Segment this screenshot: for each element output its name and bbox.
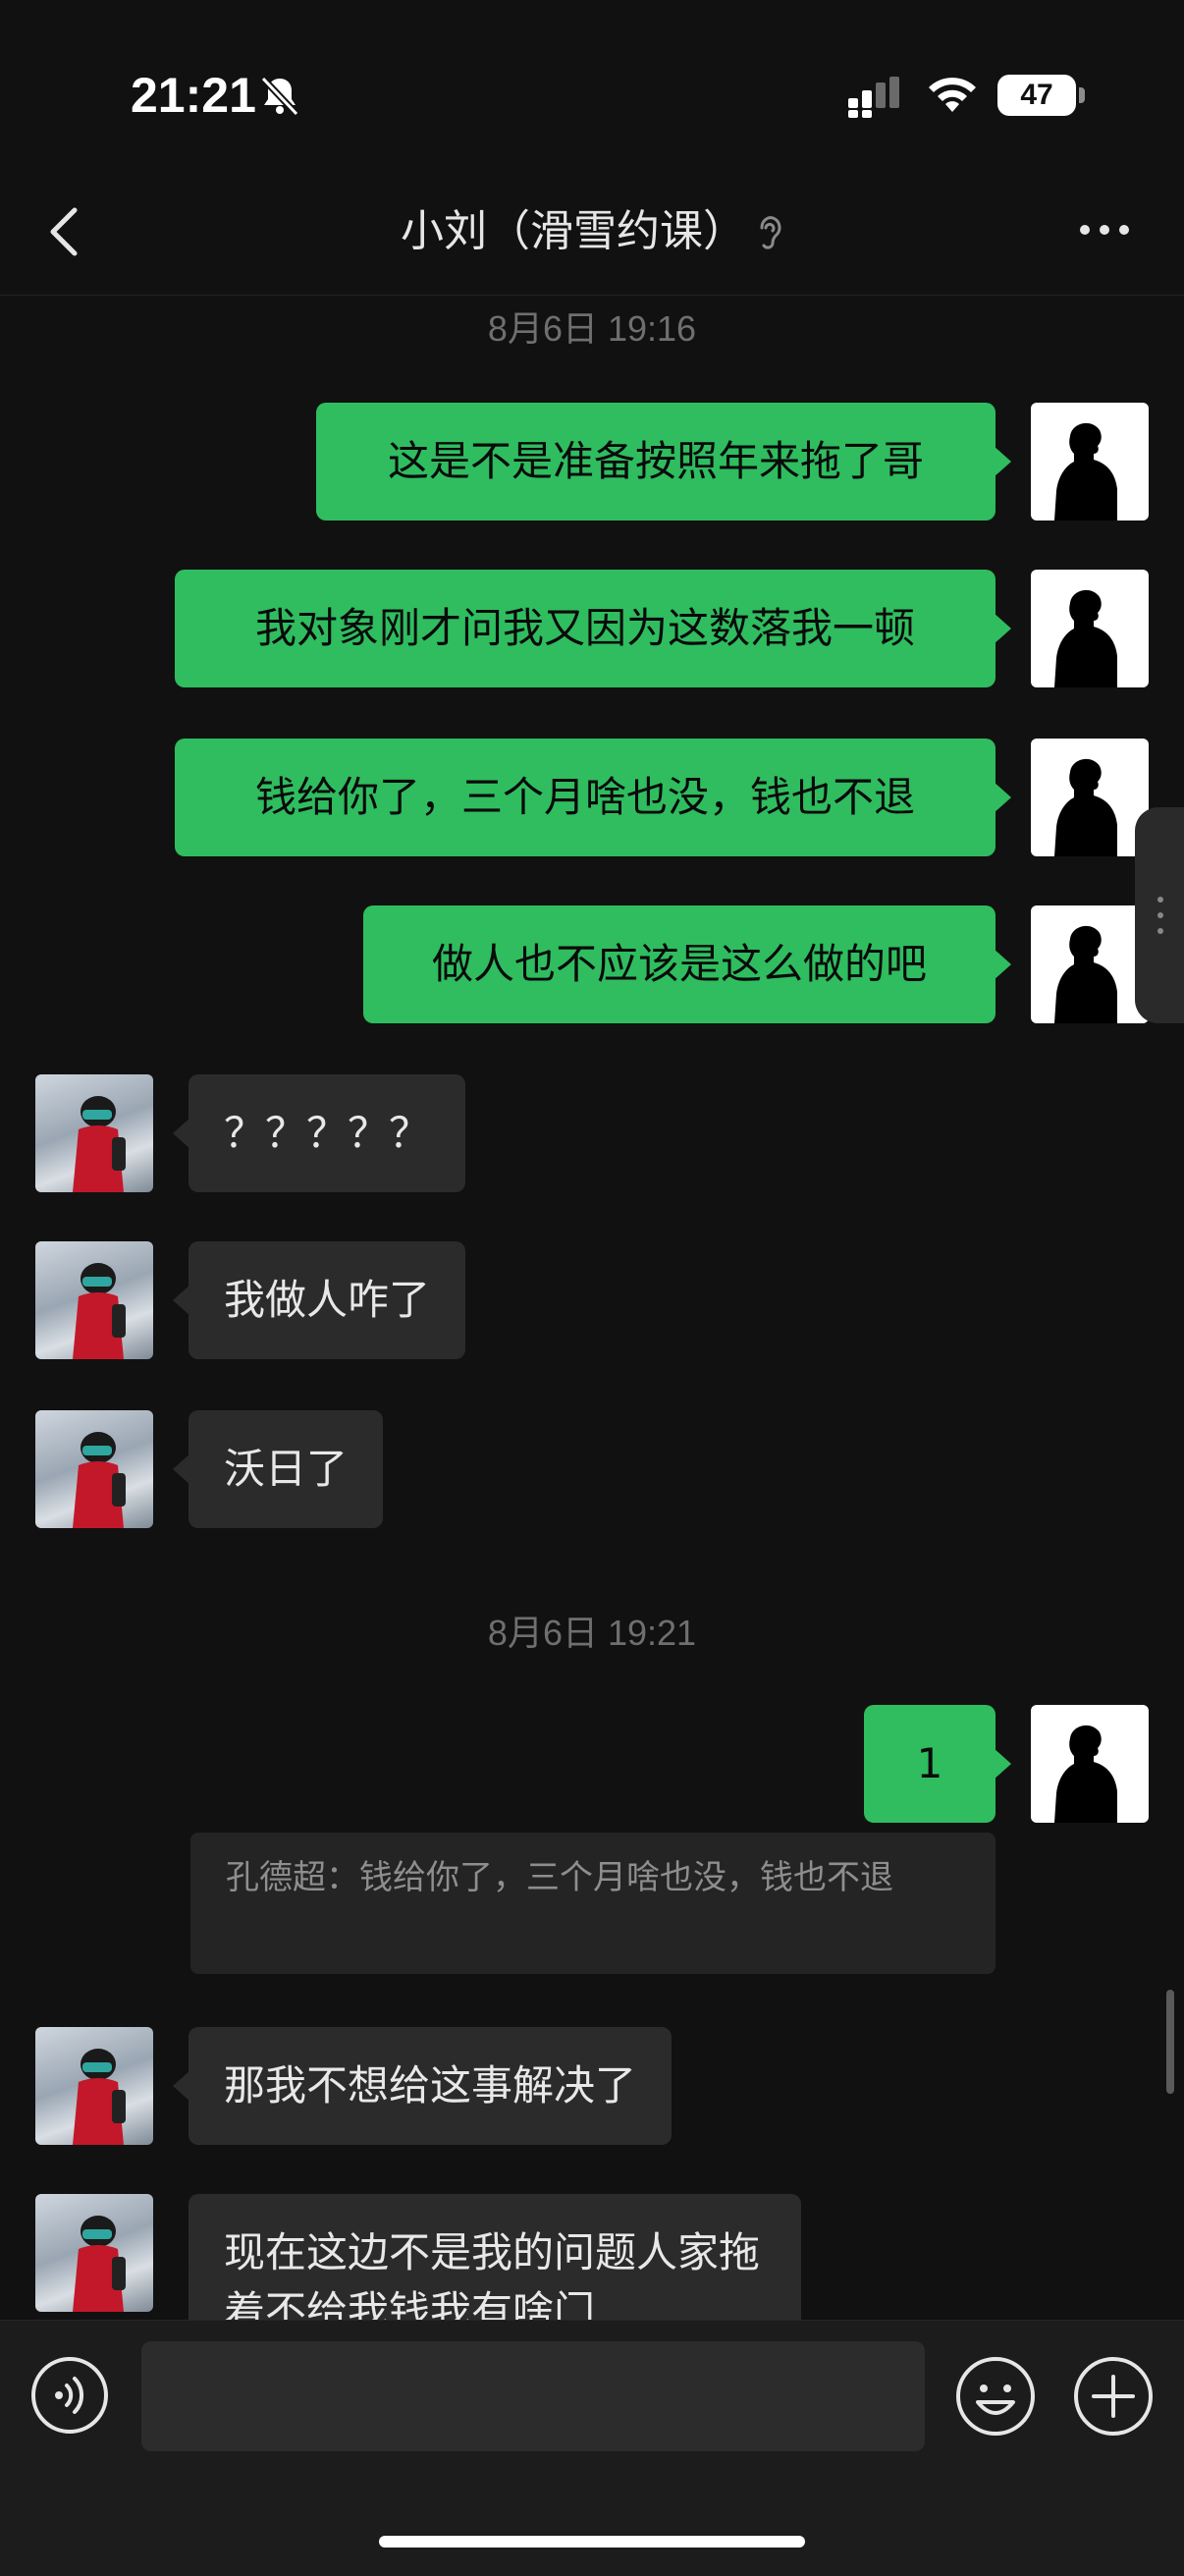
avatar[interactable] bbox=[35, 1410, 153, 1528]
timestamp: 8月6日 19:16 bbox=[487, 308, 697, 349]
ear-icon bbox=[760, 216, 781, 249]
message-bubble-outgoing[interactable]: 钱给你了，三个月啥也没，钱也不退 bbox=[175, 739, 1011, 856]
battery-tip bbox=[1079, 87, 1085, 103]
avatar[interactable] bbox=[35, 2194, 153, 2312]
ellipsis-icon[interactable] bbox=[1078, 222, 1131, 238]
skier-photo-avatar bbox=[73, 2216, 126, 2312]
message-bubble-outgoing[interactable]: 做人也不应该是这么做的吧 bbox=[363, 905, 1011, 1023]
battery-level: 47 bbox=[1020, 79, 1053, 111]
message-bubble-incoming[interactable]: 那我不想给这事解决了 bbox=[172, 2027, 673, 2145]
skier-photo-avatar bbox=[73, 1096, 126, 1192]
quoted-message[interactable]: 孔德超：钱给你了，三个月啥也没，钱也不退 bbox=[190, 1833, 996, 1974]
emoji-icon[interactable] bbox=[954, 2355, 1037, 2438]
message-bubble-outgoing[interactable]: 这是不是准备按照年来拖了哥 bbox=[316, 403, 1011, 521]
status-time: 21:21 bbox=[131, 68, 256, 123]
person-silhouette-icon bbox=[1054, 589, 1117, 687]
status-bar: 21:21 47 bbox=[0, 0, 1184, 187]
avatar[interactable] bbox=[1031, 570, 1149, 687]
skier-photo-avatar bbox=[73, 1432, 126, 1528]
plus-icon[interactable] bbox=[1072, 2355, 1155, 2438]
skier-photo-avatar bbox=[73, 2049, 126, 2145]
person-silhouette-icon bbox=[1054, 758, 1117, 856]
home-indicator[interactable] bbox=[379, 2536, 805, 2548]
person-silhouette-icon bbox=[1054, 1725, 1117, 1823]
message-bubble-incoming[interactable]: ？？？？？ bbox=[172, 1074, 466, 1192]
person-silhouette-icon bbox=[1054, 422, 1117, 521]
avatar[interactable] bbox=[1031, 739, 1149, 856]
message-bubble-incoming[interactable]: 现在这边不是我的问题人家拖着不给我钱我有啥门 bbox=[188, 2194, 801, 2329]
message-bubble-outgoing[interactable]: 我对象刚才问我又因为这数落我一顿 bbox=[175, 570, 1011, 687]
timestamp: 8月6日 19:21 bbox=[487, 1613, 697, 1653]
message-bubble-incoming[interactable]: 我做人咋了 bbox=[172, 1241, 466, 1359]
scrollbar[interactable] bbox=[1166, 1990, 1174, 2094]
avatar[interactable] bbox=[1031, 905, 1149, 1023]
avatar[interactable] bbox=[1031, 1705, 1149, 1823]
avatar[interactable] bbox=[35, 2027, 153, 2145]
chat-title-text: 小刘（滑雪约课） bbox=[401, 206, 746, 256]
bell-muted-icon bbox=[260, 76, 299, 117]
wifi-icon bbox=[929, 78, 976, 112]
avatar[interactable] bbox=[35, 1074, 153, 1192]
cellular-signal-icon bbox=[848, 77, 899, 118]
drag-handle-icon bbox=[1157, 897, 1163, 934]
chat-title[interactable]: 小刘（滑雪约课） bbox=[0, 200, 1184, 263]
battery-indicator: 47 bbox=[997, 75, 1076, 116]
avatar[interactable] bbox=[35, 1241, 153, 1359]
avatar[interactable] bbox=[1031, 403, 1149, 521]
message-input[interactable] bbox=[141, 2341, 925, 2451]
floating-side-handle[interactable] bbox=[1135, 807, 1184, 1023]
voice-input-icon[interactable] bbox=[29, 2355, 110, 2436]
message-bubble-incoming[interactable]: 沃日了 bbox=[172, 1410, 384, 1528]
skier-photo-avatar bbox=[73, 1263, 126, 1359]
person-silhouette-icon bbox=[1054, 925, 1117, 1023]
message-bubble-outgoing[interactable]: 1 bbox=[864, 1705, 1011, 1823]
